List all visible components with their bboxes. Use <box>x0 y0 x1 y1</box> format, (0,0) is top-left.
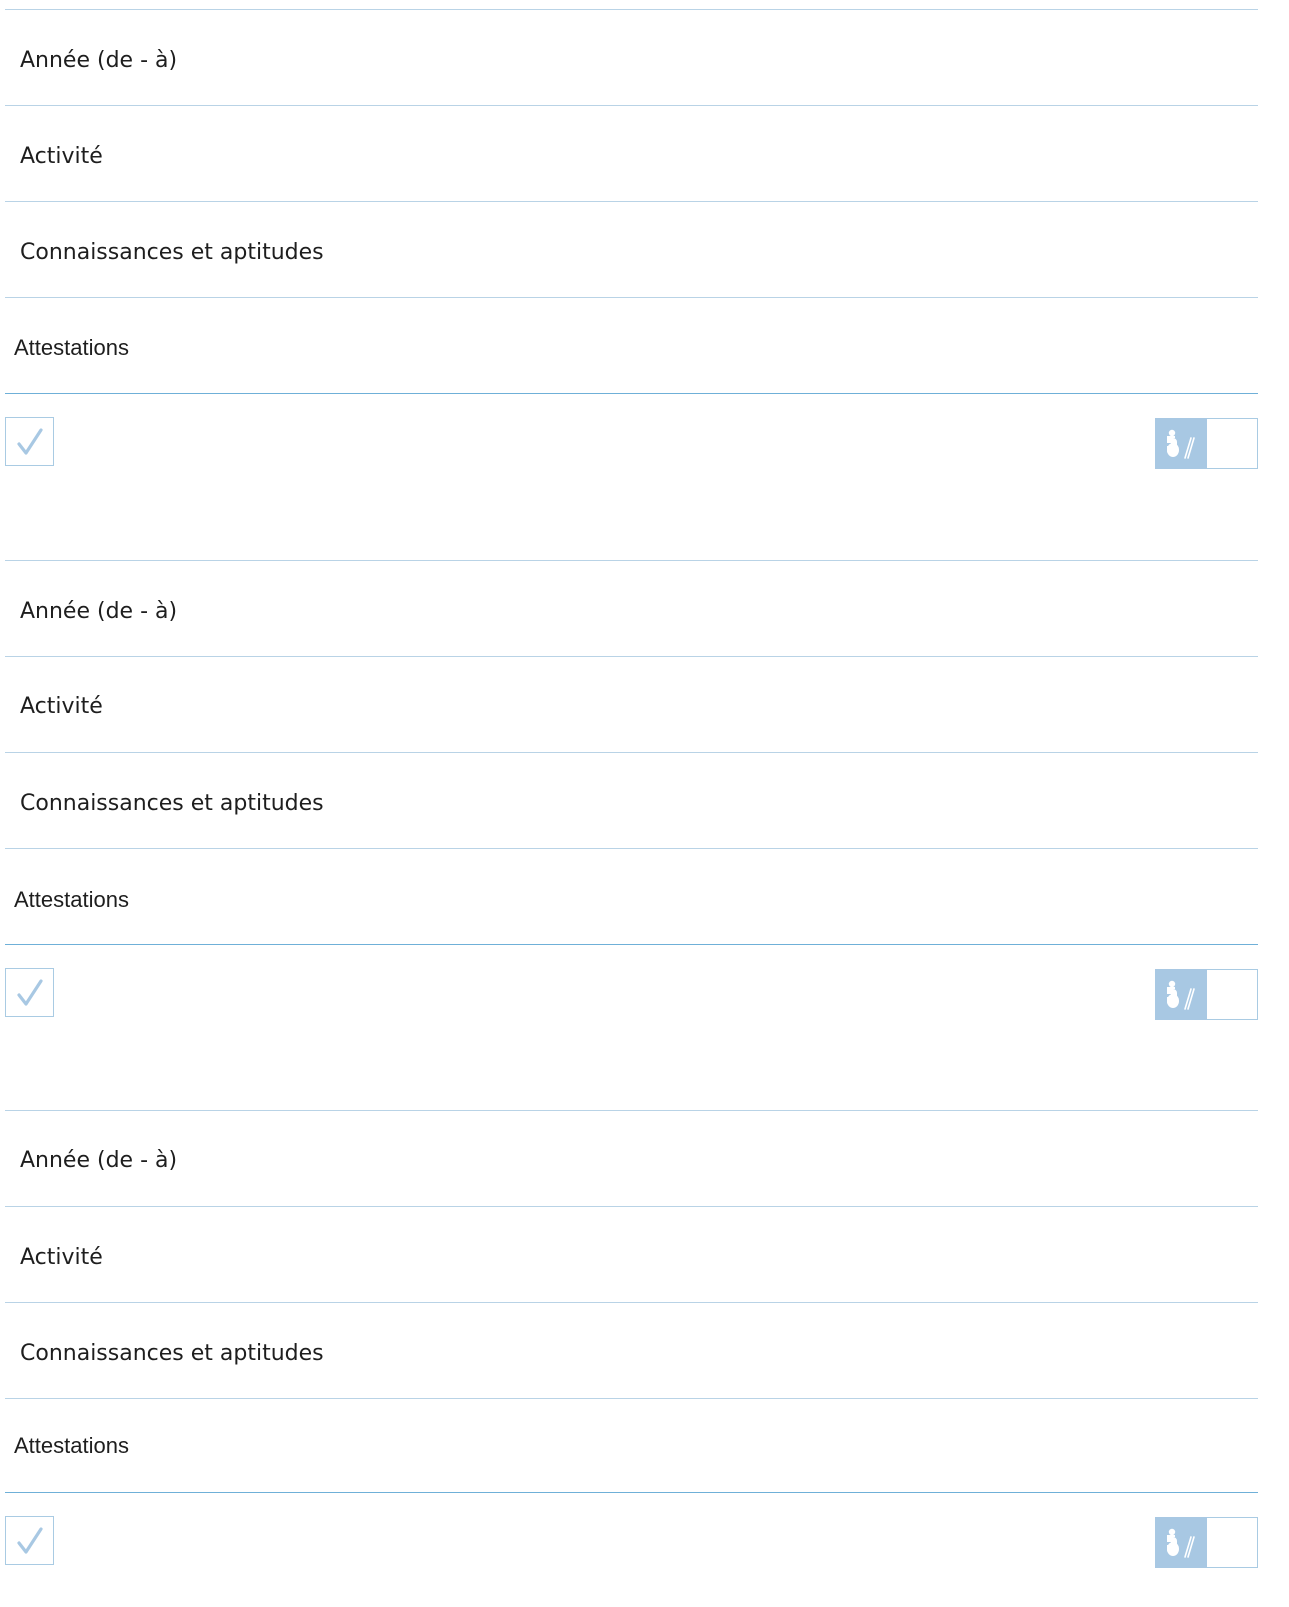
checkmark-icon <box>16 978 43 1006</box>
activity-label: Activité <box>20 694 103 719</box>
attestation-checkbox[interactable] <box>5 968 54 1017</box>
year-label: Année (de - à) <box>20 48 178 73</box>
signature-icon <box>1155 1517 1207 1568</box>
divider <box>5 752 1258 753</box>
divider <box>5 9 1258 10</box>
attestation-checkbox[interactable] <box>5 1516 54 1565</box>
divider <box>5 105 1258 106</box>
year-label: Année (de - à) <box>20 599 178 624</box>
skills-label: Connaissances et aptitudes <box>20 240 324 265</box>
divider <box>5 656 1258 657</box>
divider-strong <box>5 393 1258 394</box>
signature-icon <box>1155 969 1207 1020</box>
checkmark-icon <box>16 1526 43 1554</box>
attestations-label: Attestations <box>14 887 129 912</box>
attestations-label: Attestations <box>14 1433 129 1458</box>
divider <box>5 1302 1258 1303</box>
divider-strong <box>5 1492 1258 1493</box>
signature-icon <box>1155 418 1207 469</box>
attestations-label: Attestations <box>14 335 129 360</box>
signature-field[interactable] <box>1207 1517 1258 1568</box>
signature-field[interactable] <box>1207 969 1258 1020</box>
signature-group <box>1155 969 1258 1020</box>
activity-label: Activité <box>20 144 103 169</box>
activity-label: Activité <box>20 1245 103 1270</box>
divider <box>5 1110 1258 1111</box>
divider-strong <box>5 944 1258 945</box>
divider <box>5 297 1258 298</box>
attestation-checkbox[interactable] <box>5 417 54 466</box>
signature-field[interactable] <box>1207 418 1258 469</box>
checkmark-icon <box>16 427 43 455</box>
divider <box>5 560 1258 561</box>
signature-group <box>1155 418 1258 469</box>
divider <box>5 201 1258 202</box>
skills-label: Connaissances et aptitudes <box>20 791 324 816</box>
signature-group <box>1155 1517 1258 1568</box>
divider <box>5 1206 1258 1207</box>
skills-label: Connaissances et aptitudes <box>20 1341 324 1366</box>
divider <box>5 1398 1258 1399</box>
divider <box>5 848 1258 849</box>
year-label: Année (de - à) <box>20 1148 178 1173</box>
